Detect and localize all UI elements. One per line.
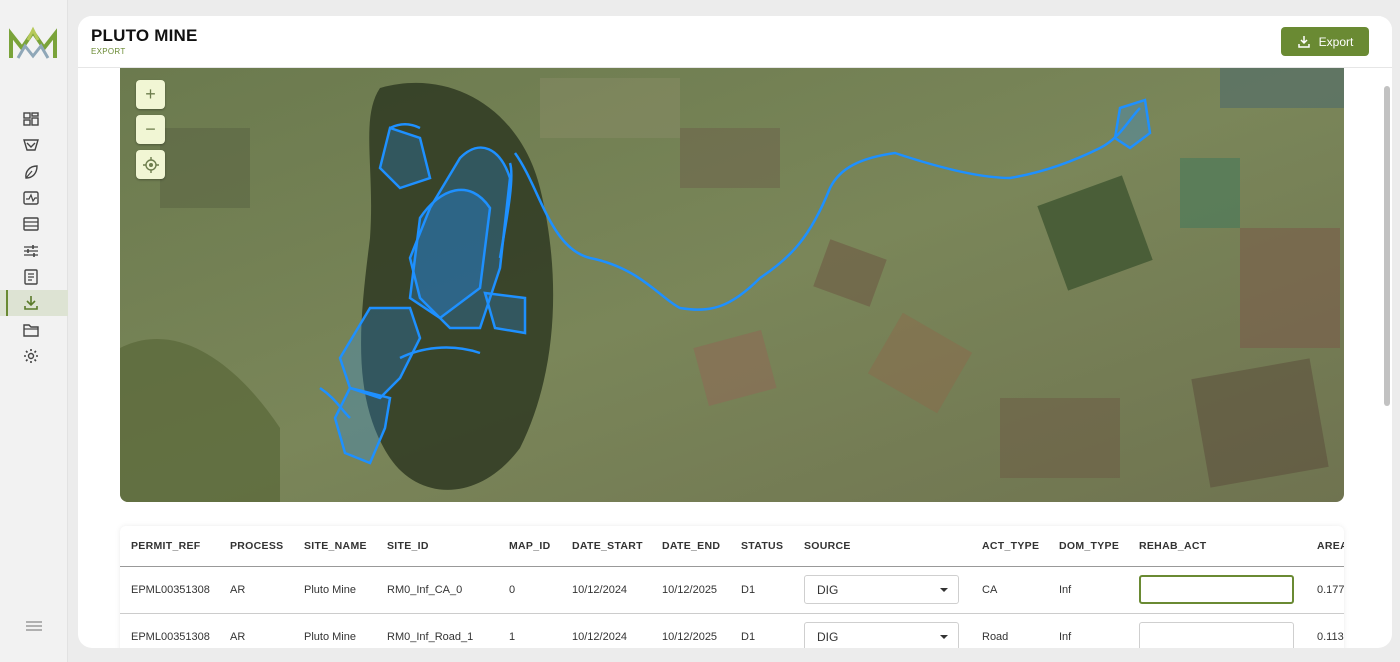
folder-icon <box>23 323 39 337</box>
panel-scrollbar[interactable] <box>1384 86 1390 406</box>
cell-dom-type: Inf <box>1048 566 1128 614</box>
rehab-act-input[interactable] <box>1139 575 1294 604</box>
cell-permit-ref: EPML00351308 <box>120 613 219 648</box>
hamburger-icon[interactable] <box>24 618 44 634</box>
column-header[interactable]: ACT_TYPE <box>971 526 1048 567</box>
table-row[interactable]: EPML00351308 AR Pluto Mine RM0_Inf_CA_0 … <box>120 566 1344 614</box>
cell-date-start: 10/12/2024 <box>561 566 651 614</box>
cell-site-name: Pluto Mine <box>293 566 376 614</box>
gear-icon <box>24 348 38 363</box>
sidebar-item-settings[interactable] <box>0 343 68 369</box>
cell-rehab-act <box>1128 613 1306 648</box>
locate-icon <box>142 156 159 173</box>
column-header[interactable]: REHAB_ACT <box>1128 526 1306 567</box>
cell-map-id: 0 <box>498 566 561 614</box>
cell-map-id: 1 <box>498 613 561 648</box>
table-icon <box>23 217 39 232</box>
source-select[interactable]: DIG <box>804 575 959 604</box>
cell-area: 0.177 <box>1306 566 1344 614</box>
map-imagery[interactable] <box>120 68 1344 502</box>
sidebar-item-leaf[interactable] <box>0 159 68 185</box>
column-header[interactable]: MAP_ID <box>498 526 561 567</box>
cell-source: DIG <box>793 613 971 648</box>
column-header[interactable]: AREA <box>1306 526 1344 567</box>
cell-status: D1 <box>730 566 793 614</box>
cell-dom-type: Inf <box>1048 613 1128 648</box>
zoom-in-button[interactable]: + <box>136 80 165 109</box>
features-table: PERMIT_REF PROCESS SITE_NAME SITE_ID MAP… <box>120 526 1344 648</box>
sidebar-item-monitoring[interactable] <box>0 185 68 211</box>
column-header[interactable]: SITE_ID <box>376 526 498 567</box>
page-title: PLUTO MINE <box>91 26 198 45</box>
sidebar-item-download[interactable] <box>0 290 68 317</box>
page-subtitle: EXPORT <box>91 47 126 56</box>
rehab-act-input[interactable] <box>1139 622 1294 648</box>
mine-icon <box>23 139 39 152</box>
column-header[interactable]: DATE_START <box>561 526 651 567</box>
app-logo[interactable] <box>8 26 58 62</box>
chevron-down-icon <box>940 634 948 639</box>
export-button-label: Export <box>1318 34 1354 49</box>
sidebar-item-table[interactable] <box>0 211 68 237</box>
table-header-row: PERMIT_REF PROCESS SITE_NAME SITE_ID MAP… <box>120 526 1344 567</box>
chevron-down-icon <box>940 587 948 592</box>
download-icon <box>24 296 38 311</box>
column-header[interactable]: DATE_END <box>651 526 730 567</box>
cell-rehab-act <box>1128 566 1306 614</box>
cell-source: DIG <box>793 566 971 614</box>
column-header[interactable]: PERMIT_REF <box>120 526 219 567</box>
source-select[interactable]: DIG <box>804 622 959 648</box>
cell-site-id: RM0_Inf_CA_0 <box>376 566 498 614</box>
sliders-icon <box>24 244 38 257</box>
source-select-value: DIG <box>817 629 839 644</box>
leaf-icon <box>25 165 38 179</box>
sidebar-item-folder[interactable] <box>0 316 68 342</box>
column-header[interactable]: SOURCE <box>793 526 971 567</box>
locate-button[interactable] <box>136 150 165 179</box>
cell-site-name: Pluto Mine <box>293 613 376 648</box>
column-header[interactable]: SITE_NAME <box>293 526 376 567</box>
column-header[interactable]: PROCESS <box>219 526 293 567</box>
cell-permit-ref: EPML00351308 <box>120 566 219 614</box>
cell-status: D1 <box>730 613 793 648</box>
page-header: PLUTO MINE EXPORT Export <box>78 16 1392 68</box>
table-row[interactable]: EPML00351308 AR Pluto Mine RM0_Inf_Road_… <box>120 613 1344 648</box>
dashboard-icon <box>23 112 39 126</box>
zoom-out-button[interactable]: − <box>136 115 165 144</box>
sidebar-item-dashboard[interactable] <box>0 106 68 132</box>
cell-date-start: 10/12/2024 <box>561 613 651 648</box>
main-panel: PLUTO MINE EXPORT Export + − PERMIT_REF … <box>78 16 1392 648</box>
source-select-value: DIG <box>817 582 839 597</box>
column-header[interactable]: STATUS <box>730 526 793 567</box>
sidebar-nav <box>0 106 68 369</box>
cell-area: 0.113 <box>1306 613 1344 648</box>
export-button[interactable]: Export <box>1281 27 1369 56</box>
export-download-icon <box>1297 35 1310 48</box>
cell-act-type: CA <box>971 566 1048 614</box>
sidebar-item-mine[interactable] <box>0 132 68 158</box>
cell-process: AR <box>219 613 293 648</box>
monitoring-icon <box>23 191 39 205</box>
cell-act-type: Road <box>971 613 1048 648</box>
report-icon <box>24 269 38 285</box>
cell-date-end: 10/12/2025 <box>651 613 730 648</box>
cell-process: AR <box>219 566 293 614</box>
cell-site-id: RM0_Inf_Road_1 <box>376 613 498 648</box>
sidebar-item-report[interactable] <box>0 264 68 290</box>
cell-date-end: 10/12/2025 <box>651 566 730 614</box>
satellite-map[interactable]: + − <box>120 68 1344 502</box>
sidebar-item-sliders[interactable] <box>0 237 68 263</box>
sidebar <box>0 0 68 662</box>
column-header[interactable]: DOM_TYPE <box>1048 526 1128 567</box>
